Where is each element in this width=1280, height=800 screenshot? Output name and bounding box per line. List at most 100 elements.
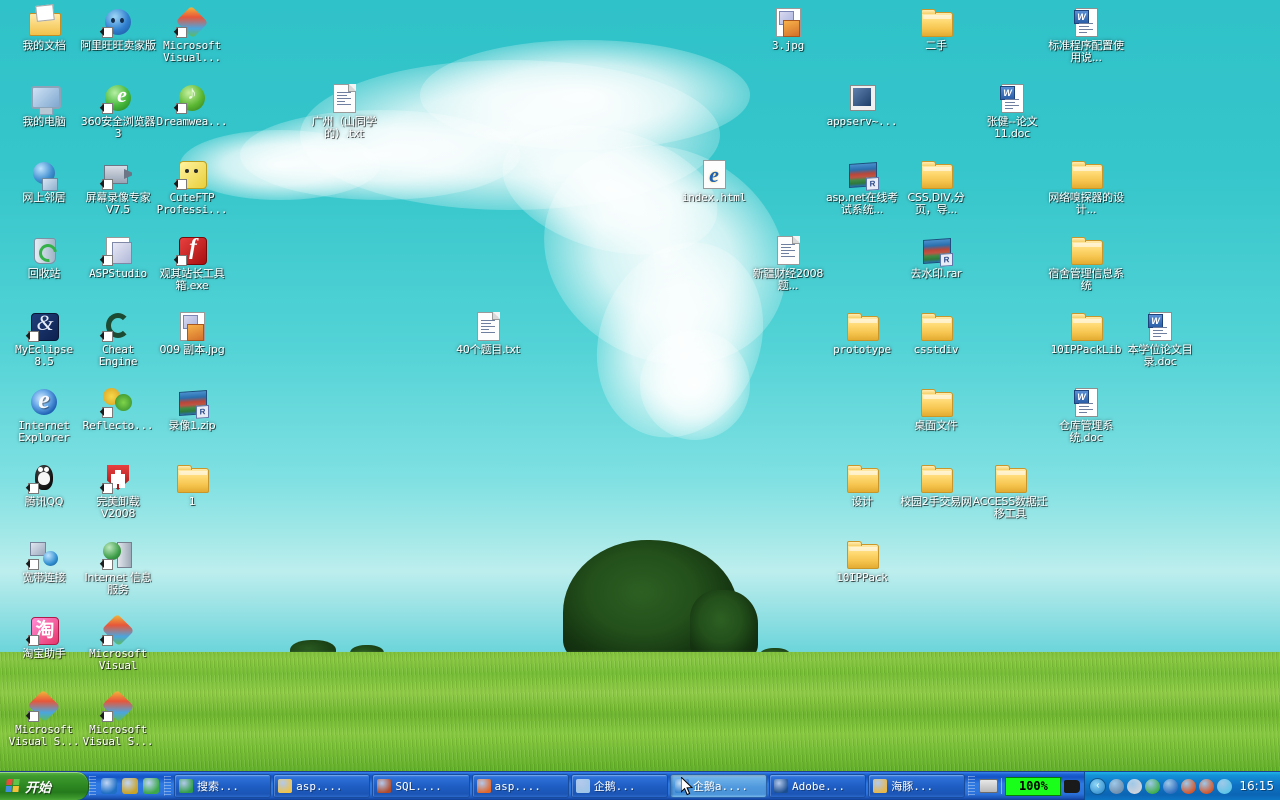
tray-clock[interactable]: 16:15 bbox=[1239, 779, 1274, 793]
taskbar-window-button[interactable]: 企鹅a.... bbox=[669, 774, 768, 798]
taskbar-window-button[interactable]: SQL.... bbox=[372, 774, 470, 798]
desktop-icon[interactable]: csstdiv bbox=[898, 310, 974, 356]
taskbar-window-button[interactable]: 海豚... bbox=[868, 774, 966, 798]
desktop-icon[interactable]: ASPStudio bbox=[80, 234, 156, 280]
desktop-icon[interactable]: Internet Explorer bbox=[6, 385, 82, 443]
desktop-icon[interactable]: Microsoft Visual S... bbox=[80, 689, 156, 747]
desktop-icon[interactable]: 桌面文件 bbox=[898, 386, 974, 432]
qq-penguin-alt-icon[interactable] bbox=[1199, 778, 1215, 794]
taskbar[interactable]: 开始 搜索... asp.... SQL.... asp.... 企鹅... 企鹅a...… bbox=[0, 771, 1280, 800]
desktop-icon[interactable]: 3.jpg bbox=[750, 6, 826, 52]
desktop-icon[interactable]: 009 副本.jpg bbox=[154, 310, 230, 356]
desktop-icon[interactable]: e 360安全浏览器 3 bbox=[80, 82, 156, 139]
show-desktop-icon[interactable] bbox=[101, 778, 117, 794]
desktop-icon[interactable]: 仓库管理系统.doc bbox=[1048, 386, 1124, 443]
desktop-icon[interactable]: 淘淘宝助手 bbox=[6, 614, 82, 660]
folder-icon bbox=[278, 779, 293, 793]
power-plug-icon[interactable] bbox=[1064, 779, 1081, 793]
desktop-icon[interactable]: 1 bbox=[154, 462, 230, 508]
battery-percent-indicator[interactable]: 100% bbox=[1005, 776, 1062, 796]
desktop-icon[interactable]: 录像1.zip bbox=[154, 386, 230, 432]
desktop-background[interactable]: 我的文档 阿里旺旺卖家版 Microsoft Visual... 我的电脑 e 360安全… bbox=[0, 0, 1280, 772]
desktop-icon[interactable]: 张健--论文11.doc bbox=[974, 82, 1050, 139]
desktop-icon[interactable]: 40个题目.txt bbox=[450, 310, 526, 356]
task-button-list[interactable]: 搜索... asp.... SQL.... asp.... 企鹅... 企鹅a.... Ad… bbox=[171, 772, 968, 800]
taskbar-window-button[interactable]: 搜索... bbox=[174, 774, 272, 798]
folder-icon bbox=[921, 313, 953, 341]
desktop-icon[interactable]: & MyEclipse 8.5 bbox=[6, 310, 82, 367]
keyboard-icon[interactable] bbox=[979, 779, 999, 793]
screen-recorder-icon[interactable] bbox=[1109, 778, 1125, 794]
media-player-icon[interactable] bbox=[122, 778, 138, 794]
start-button[interactable]: 开始 bbox=[0, 772, 89, 800]
desktop-icon[interactable]: Internet 信息服务 bbox=[80, 538, 156, 595]
desktop-icon-glyph bbox=[176, 386, 208, 418]
desktop-icon-glyph bbox=[27, 689, 61, 723]
taskbar-window-button[interactable]: asp.... bbox=[273, 774, 371, 798]
desktop-icon[interactable]: 网上邻居 bbox=[6, 158, 82, 204]
desktop-icon[interactable]: 校园2手交易网 bbox=[898, 462, 974, 508]
desktop-icon-glyph bbox=[28, 82, 61, 115]
desktop-icon-label: 40个题目.txt bbox=[456, 343, 520, 356]
desktop-icon-label: 录像1.zip bbox=[168, 419, 216, 432]
desktop-icon[interactable]: ♪ Dreamwea... bbox=[154, 82, 230, 128]
word-document-icon bbox=[1074, 388, 1098, 417]
word-document-icon bbox=[1000, 84, 1024, 113]
desktop-icon[interactable]: 10IPPack bbox=[824, 538, 900, 584]
desktop-icon[interactable]: index.html bbox=[676, 158, 752, 204]
wallpaper-grass bbox=[0, 652, 1280, 772]
qq-penguin-icon[interactable] bbox=[1181, 778, 1197, 794]
cheat-engine-icon bbox=[106, 313, 130, 338]
desktop-icon[interactable]: 宿舍管理信息系统 bbox=[1048, 234, 1124, 291]
desktop-icon[interactable]: appserv~... bbox=[824, 82, 900, 128]
desktop-icon[interactable]: 网络嗅探器的设计... bbox=[1048, 158, 1124, 215]
desktop-icon[interactable]: f 观其站长工具箱.exe bbox=[154, 234, 230, 291]
desktop-icon-label: 校园2手交易网 bbox=[900, 495, 972, 508]
desktop-icon[interactable]: prototype bbox=[824, 310, 900, 356]
desktop-icon-glyph bbox=[28, 462, 60, 494]
desktop-icon[interactable]: 本学位论文目录.doc bbox=[1122, 310, 1198, 367]
desktop-icon[interactable]: asp.net在线考试系统... bbox=[824, 158, 900, 215]
desktop-icon[interactable]: 设计 bbox=[824, 462, 900, 508]
desktop-icon[interactable]: 我的文档 bbox=[6, 6, 82, 52]
winrar-archive-icon bbox=[179, 390, 207, 416]
tray-icon-list[interactable]: ‹ bbox=[1089, 777, 1233, 795]
battery-area[interactable]: 100% bbox=[975, 772, 1084, 800]
network-activity-icon[interactable] bbox=[1163, 778, 1179, 794]
key-icon[interactable] bbox=[1127, 778, 1143, 794]
desktop-icon-glyph bbox=[846, 538, 879, 570]
desktop-icon[interactable]: 去水印.rar bbox=[898, 234, 974, 280]
taskbar-window-label: Adobe... bbox=[792, 779, 846, 793]
taskbar-window-button[interactable]: Adobe... bbox=[769, 774, 867, 798]
antivirus-shield-icon[interactable] bbox=[1145, 778, 1161, 794]
desktop-icon[interactable]: 完美卸载V2008 bbox=[80, 462, 156, 519]
messenger-bubble-icon[interactable] bbox=[1217, 778, 1233, 794]
desktop-icon[interactable]: 我的电脑 bbox=[6, 82, 82, 128]
desktop-icon[interactable]: 二手 bbox=[898, 6, 974, 52]
desktop-icon[interactable]: Microsoft Visual bbox=[80, 613, 156, 671]
quick-launch-bar[interactable] bbox=[96, 772, 164, 800]
desktop-icon[interactable]: Reflecto... bbox=[80, 386, 156, 432]
system-tray[interactable]: ‹ 16:15 bbox=[1084, 772, 1280, 800]
desktop-icon[interactable]: Microsoft Visual... bbox=[154, 5, 230, 63]
desktop-icon[interactable]: 新疆财经2008题... bbox=[750, 234, 826, 291]
desktop-icon[interactable]: CuteFTP Professi... bbox=[154, 158, 230, 215]
desktop-icon[interactable]: 腾讯QQ bbox=[6, 462, 82, 508]
taskbar-window-button[interactable]: asp.... bbox=[471, 774, 569, 798]
desktop-icon[interactable]: 宽带连接 bbox=[6, 538, 82, 584]
winrar-archive-icon bbox=[923, 238, 951, 264]
desktop-icon[interactable]: Microsoft Visual S... bbox=[6, 689, 82, 747]
desktop-icon[interactable]: 标准程序配置使用说... bbox=[1048, 6, 1124, 63]
tray-expand-icon[interactable]: ‹ bbox=[1089, 777, 1107, 795]
browser-icon[interactable] bbox=[143, 778, 159, 794]
desktop-icon[interactable]: 阿里旺旺卖家版 bbox=[80, 6, 156, 52]
desktop-icon[interactable]: 10IPPackLib bbox=[1048, 310, 1124, 356]
desktop-icon[interactable]: 广州（山同学的）.txt bbox=[306, 82, 382, 139]
desktop-icon[interactable]: Cheat Engine bbox=[80, 310, 156, 367]
desktop-icon[interactable]: 回收站 bbox=[6, 234, 82, 280]
winrar-archive-icon bbox=[849, 162, 877, 188]
taskbar-window-button[interactable]: 企鹅... bbox=[570, 774, 668, 798]
desktop-icon[interactable]: ACCESS数据迁移工具 bbox=[972, 462, 1048, 519]
desktop-icon[interactable]: CSS,DIV,分页，导... bbox=[898, 158, 974, 215]
desktop-icon[interactable]: 屏幕录像专家V7.5 bbox=[80, 158, 156, 215]
